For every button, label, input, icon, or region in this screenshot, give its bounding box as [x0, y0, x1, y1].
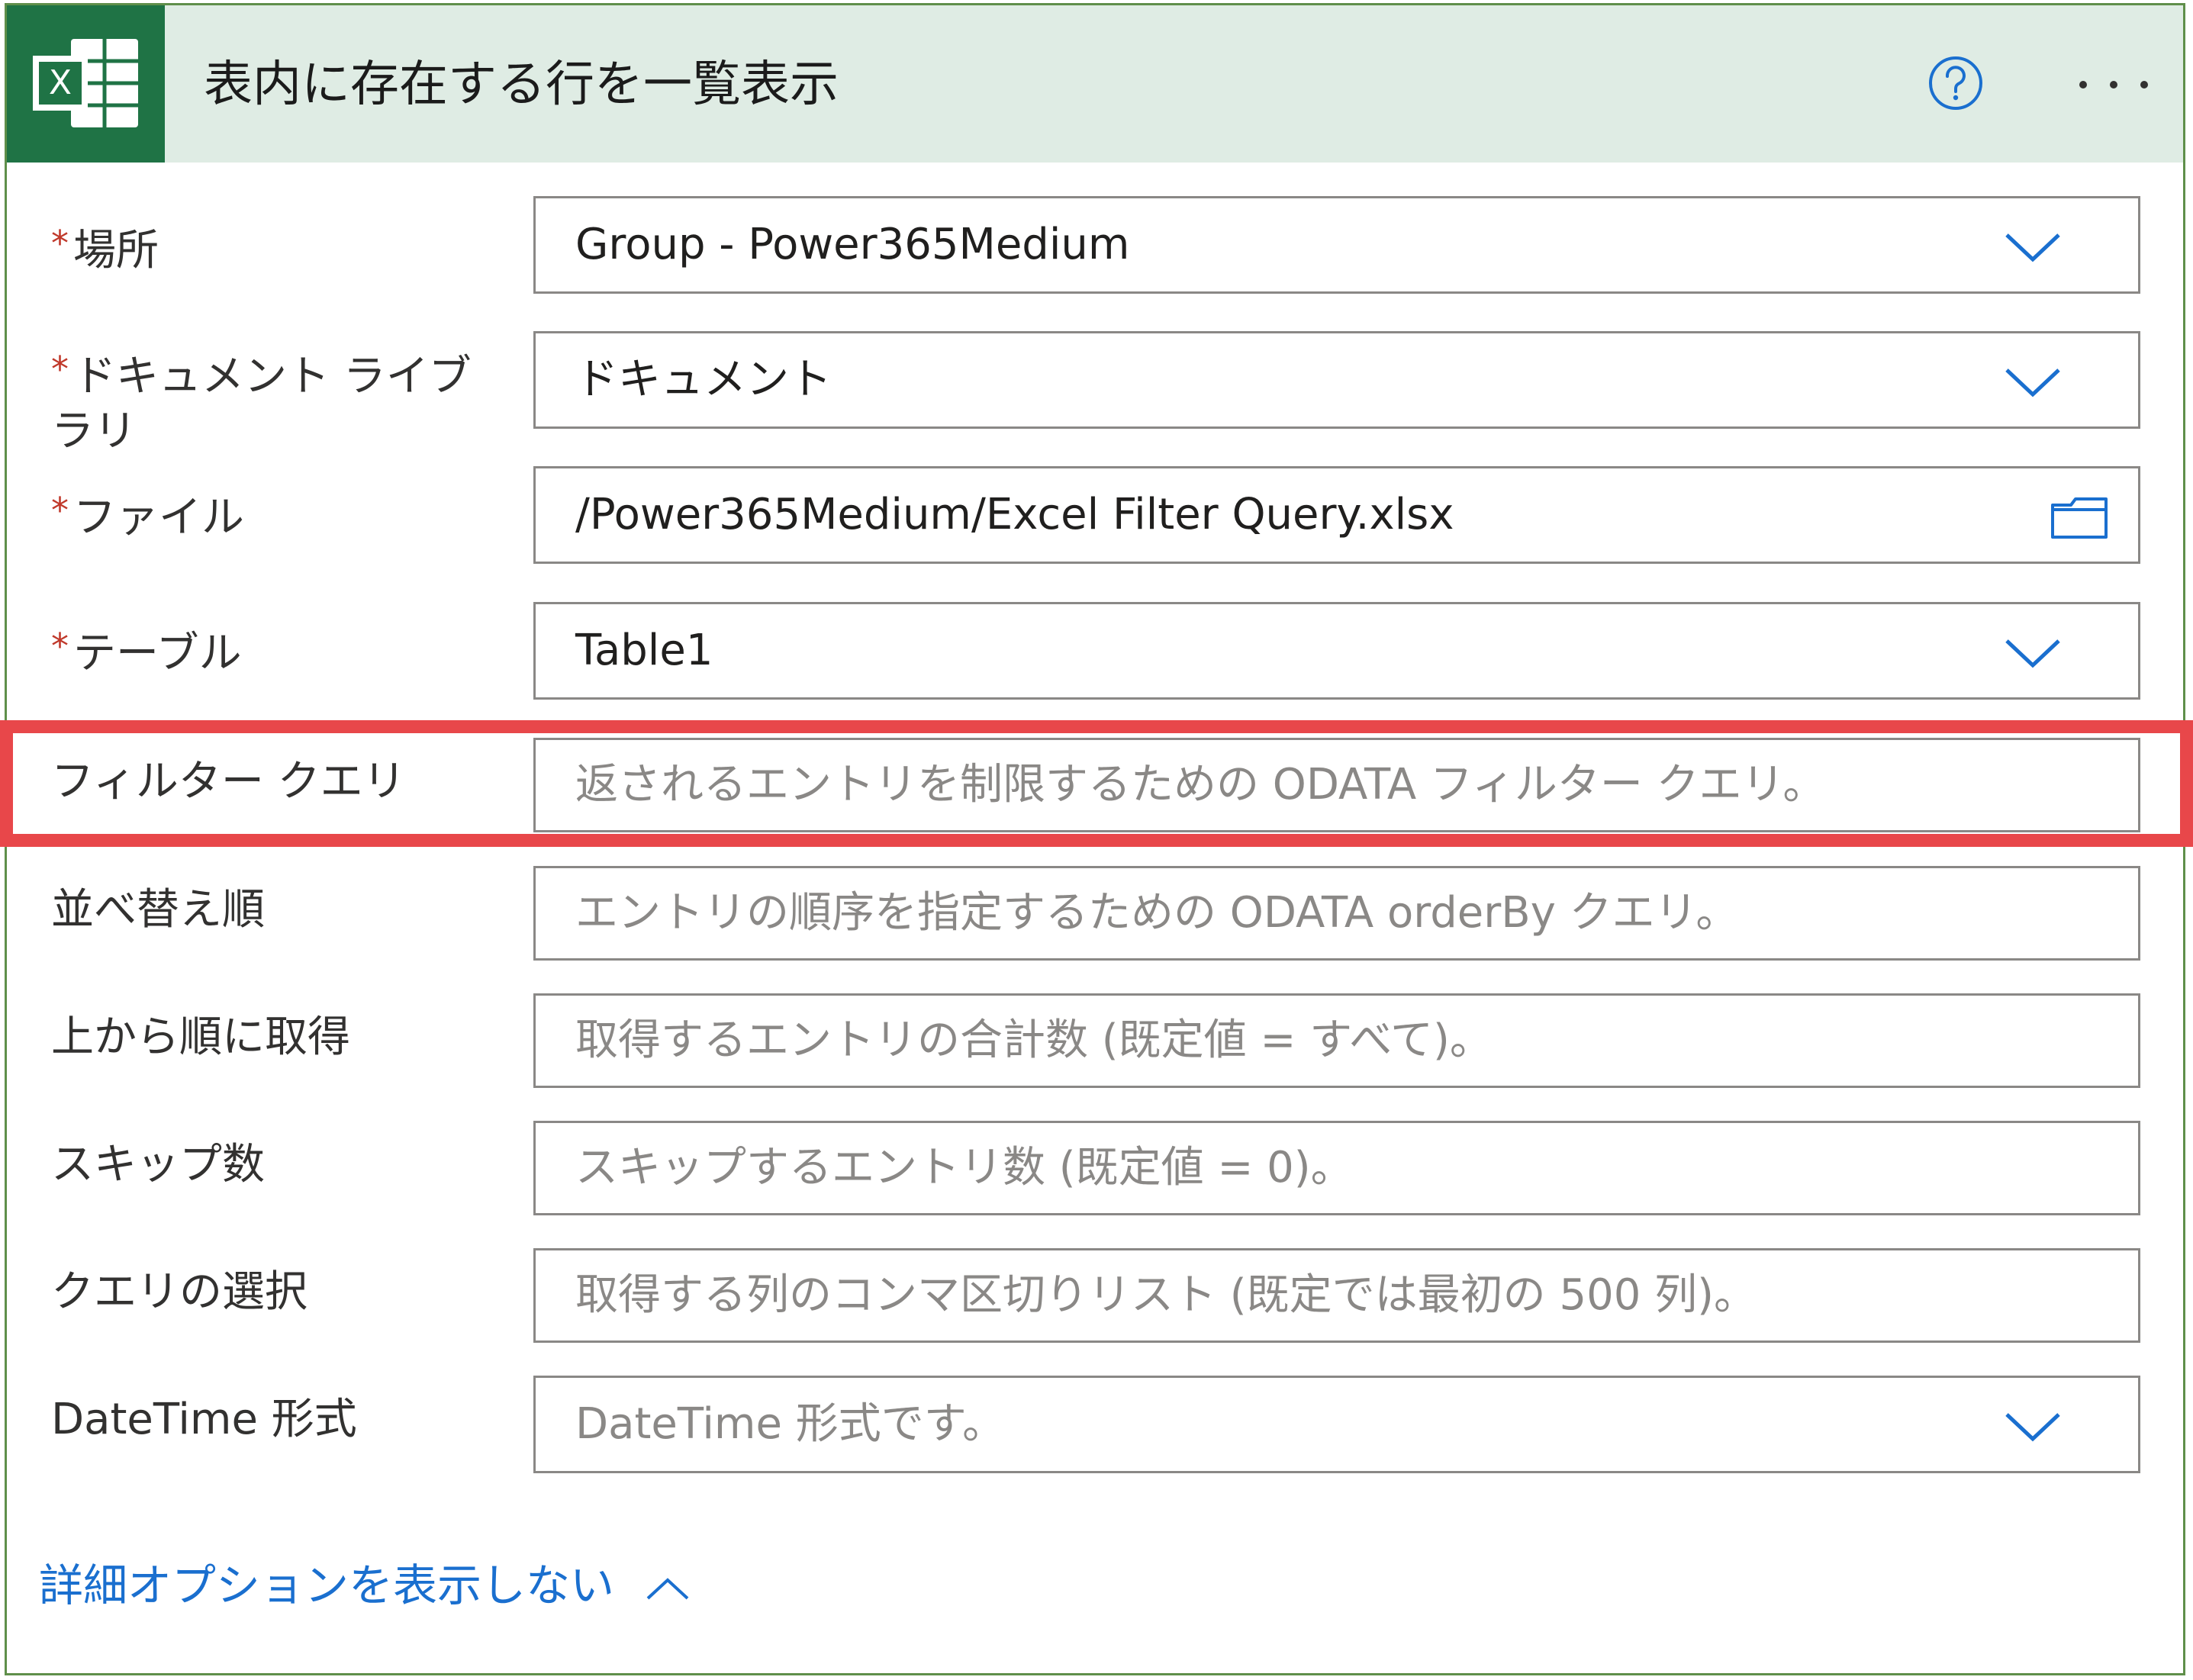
chevron-down-icon — [2005, 1413, 2060, 1442]
datetime-format-placeholder: DateTime 形式です。 — [575, 1399, 1006, 1449]
table-label: * テーブル — [51, 626, 242, 678]
top-count-placeholder: 取得するエントリの合計数 (既定値 = すべて)。 — [575, 1015, 1493, 1065]
skip-count-label: スキップ数 — [51, 1140, 265, 1189]
more-icon — [2079, 81, 2148, 89]
excel-logo: X — [7, 5, 165, 163]
action-card: X 表内に存在する行を一覧表示 * 場所 Group - Power365Medi… — [5, 3, 2185, 1675]
filter-query-label: フィルター クエリ — [51, 757, 406, 806]
chevron-down-icon — [2005, 233, 2060, 262]
skip-count-input[interactable]: スキップするエントリ数 (既定値 = 0)。 — [533, 1121, 2140, 1215]
hide-advanced-options-label: 詳細オプションを表示しない — [39, 1559, 615, 1611]
filter-query-input[interactable]: 返されるエントリを制限するための ODATA フィルター クエリ。 — [533, 738, 2140, 832]
top-count-input[interactable]: 取得するエントリの合計数 (既定値 = すべて)。 — [533, 993, 2140, 1088]
order-by-placeholder: エントリの順序を指定するための ODATA orderBy クエリ。 — [575, 888, 1739, 938]
chevron-down-icon — [2005, 369, 2060, 397]
hide-advanced-options-link[interactable]: 詳細オプションを表示しない — [39, 1559, 691, 1612]
select-query-placeholder: 取得する列のコンマ区切りリスト (既定では最初の 500 列)。 — [575, 1270, 1757, 1320]
select-query-label: クエリの選択 — [51, 1267, 308, 1317]
library-value: ドキュメント — [575, 355, 832, 404]
file-value: /Power365Medium/Excel Filter Query.xlsx — [575, 490, 1454, 539]
file-input[interactable]: /Power365Medium/Excel Filter Query.xlsx — [533, 466, 2140, 564]
action-title: 表内に存在する行を一覧表示 — [204, 56, 839, 113]
table-dropdown[interactable]: Table1 — [533, 602, 2140, 700]
skip-count-placeholder: スキップするエントリ数 (既定値 = 0)。 — [575, 1143, 1354, 1192]
help-icon — [1929, 56, 1982, 110]
excel-icon: X — [33, 39, 138, 127]
action-header[interactable]: X 表内に存在する行を一覧表示 — [7, 5, 2183, 163]
folder-icon[interactable] — [2050, 494, 2109, 540]
datetime-format-label: DateTime 形式 — [51, 1395, 357, 1444]
file-label: * ファイル — [51, 490, 244, 542]
library-label: * ドキュメント ライブラリ — [51, 349, 472, 456]
order-by-label: 並べ替え順 — [51, 885, 265, 935]
table-value: Table1 — [575, 626, 713, 675]
location-dropdown[interactable]: Group - Power365Medium — [533, 196, 2140, 294]
svg-text:X: X — [49, 63, 72, 102]
help-button[interactable] — [1927, 54, 1985, 112]
chevron-up-icon — [646, 1578, 689, 1600]
location-value: Group - Power365Medium — [575, 220, 1130, 269]
location-label: * 場所 — [51, 223, 159, 275]
top-count-label: 上から順に取得 — [51, 1012, 350, 1062]
datetime-format-dropdown[interactable]: DateTime 形式です。 — [533, 1376, 2140, 1473]
order-by-input[interactable]: エントリの順序を指定するための ODATA orderBy クエリ。 — [533, 866, 2140, 961]
select-query-input[interactable]: 取得する列のコンマ区切りリスト (既定では最初の 500 列)。 — [533, 1248, 2140, 1343]
filter-query-placeholder: 返されるエントリを制限するための ODATA フィルター クエリ。 — [575, 760, 1826, 809]
library-dropdown[interactable]: ドキュメント — [533, 331, 2140, 429]
more-options-button[interactable] — [2072, 69, 2156, 100]
chevron-down-icon — [2005, 639, 2060, 668]
